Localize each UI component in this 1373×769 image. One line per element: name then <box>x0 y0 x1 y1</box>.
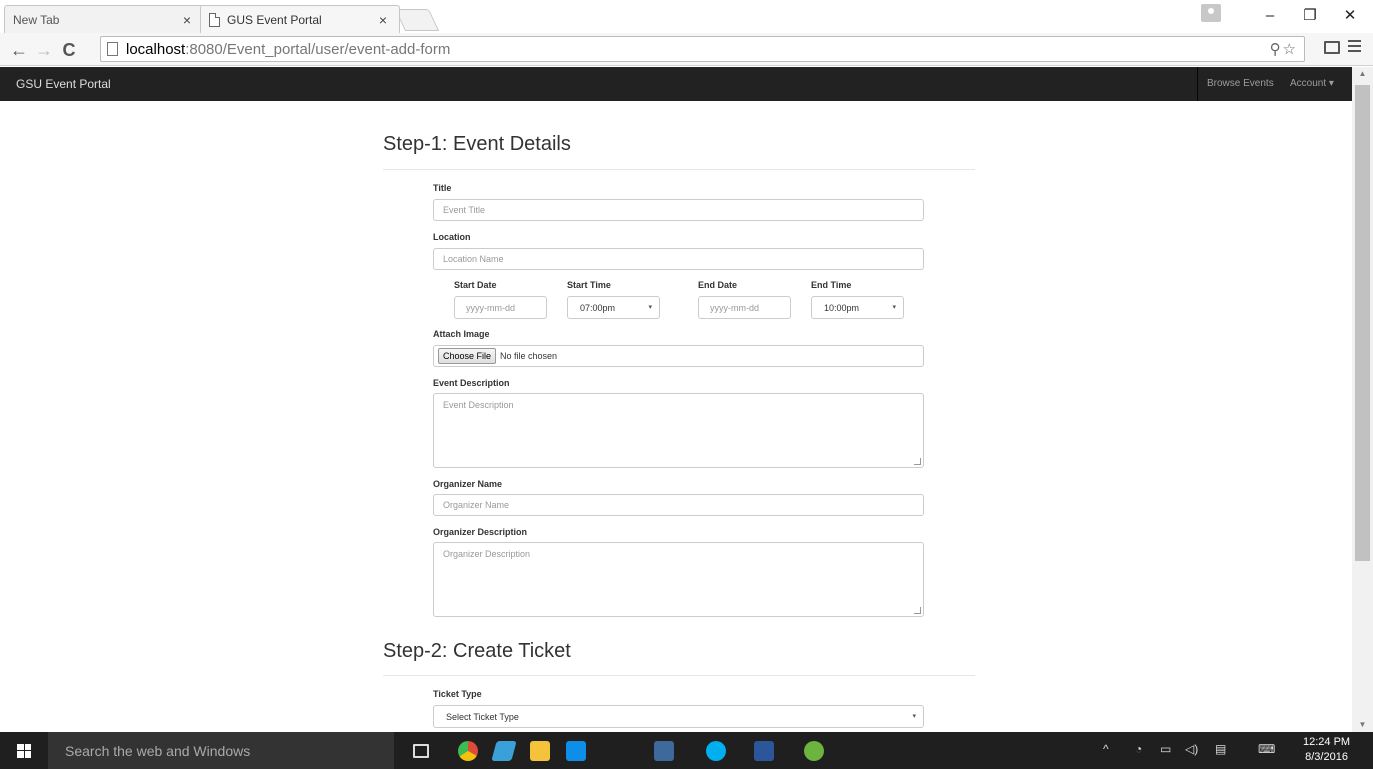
ticket-type-label: Ticket Type <box>433 689 482 699</box>
chevron-down-icon: ▾ <box>1328 78 1334 89</box>
start-date-label: Start Date <box>454 280 497 290</box>
page-viewport: GSU Event Portal Browse Events Account ▾… <box>0 67 1373 732</box>
divider <box>383 675 975 676</box>
wifi-icon[interactable]: ◔ <box>1135 742 1142 756</box>
new-tab-button[interactable] <box>394 9 440 31</box>
location-input[interactable]: Location Name <box>433 248 924 270</box>
ticket-type-select[interactable]: Select Ticket Type ▾ <box>433 705 924 728</box>
choose-file-button[interactable]: Choose File <box>438 348 497 364</box>
spring-tool-icon[interactable] <box>804 741 824 761</box>
restore-button[interactable]: ❐ <box>1290 0 1330 30</box>
minimize-button[interactable]: – <box>1250 0 1290 30</box>
location-label: Location <box>433 232 471 242</box>
tab-new-tab[interactable]: New Tab × <box>4 5 204 33</box>
organizer-name-label: Organizer Name <box>433 479 503 489</box>
url-host: localhost <box>126 40 186 58</box>
account-dropdown[interactable]: Account ▾ <box>1290 78 1334 89</box>
event-description-textarea[interactable]: Event Description <box>433 393 924 468</box>
url-path: :8080/Event_portal/user/event-add-form <box>185 40 451 58</box>
close-tab-icon[interactable]: × <box>375 12 391 28</box>
start-button[interactable] <box>0 732 48 769</box>
tab-gus-event-portal[interactable]: GUS Event Portal × <box>200 5 400 33</box>
page-icon <box>209 12 220 27</box>
divider <box>383 169 975 170</box>
battery-icon[interactable]: ▭ <box>1160 742 1171 756</box>
tab-title: New Tab <box>13 12 60 27</box>
cast-icon[interactable] <box>1324 41 1340 54</box>
explorer-icon[interactable] <box>491 741 517 761</box>
organizer-description-label: Organizer Description <box>433 527 528 537</box>
browse-events-link[interactable]: Browse Events <box>1207 78 1274 89</box>
end-time-select[interactable]: 10:00pm ▾ <box>811 296 904 319</box>
chrome-icon[interactable] <box>458 741 478 761</box>
attach-image-label: Attach Image <box>433 329 490 339</box>
event-description-placeholder: Event Description <box>443 400 514 410</box>
volume-icon[interactable]: ◁) <box>1185 742 1198 756</box>
clock-time: 12:24 PM <box>1303 736 1351 748</box>
start-time-select[interactable]: 07:00pm ▾ <box>567 296 660 319</box>
zoom-bookmark-icons[interactable]: ⚲☆ <box>1270 40 1298 58</box>
windows-logo-icon <box>17 743 31 758</box>
chrome-menu-icon[interactable] <box>1348 40 1361 54</box>
show-hidden-icons-icon[interactable]: ^ <box>1103 742 1109 756</box>
start-time-label: Start Time <box>567 280 611 290</box>
address-bar[interactable]: localhost:8080/Event_portal/user/event-a… <box>100 36 1305 62</box>
scroll-up-icon[interactable]: ▲ <box>1352 67 1373 81</box>
user-profile-icon[interactable] <box>1201 4 1221 22</box>
back-arrow-icon[interactable]: ← <box>8 39 30 61</box>
organizer-description-placeholder: Organizer Description <box>443 549 531 559</box>
chevron-down-icon: ▾ <box>892 304 896 311</box>
skype-icon[interactable] <box>706 741 726 761</box>
page-info-icon[interactable] <box>107 42 118 56</box>
navbar-divider <box>1197 67 1198 101</box>
end-time-label: End Time <box>811 280 852 290</box>
navbar-brand[interactable]: GSU Event Portal <box>16 77 111 91</box>
sql-workbench-icon[interactable] <box>654 741 674 761</box>
event-description-label: Event Description <box>433 378 510 388</box>
title-input[interactable]: Event Title <box>433 199 924 221</box>
system-clock[interactable]: 12:24 PM 8/3/2016 <box>1303 735 1350 765</box>
file-status: No file chosen <box>500 351 558 361</box>
keyboard-icon[interactable]: ⌨ <box>1258 742 1275 756</box>
image-file-input[interactable]: Choose File No file chosen <box>433 345 924 367</box>
teamviewer-icon[interactable] <box>566 741 586 761</box>
browser-toolbar: ← → C localhost:8080/Event_portal/user/e… <box>0 33 1373 66</box>
word-icon[interactable] <box>754 741 774 761</box>
top-navbar: GSU Event Portal Browse Events Account ▾ <box>0 67 1352 101</box>
start-date-input[interactable]: yyyy-mm-dd <box>454 296 547 319</box>
clock-date: 8/3/2016 <box>1305 751 1348 763</box>
close-tab-icon[interactable]: × <box>179 12 195 28</box>
end-date-input[interactable]: yyyy-mm-dd <box>698 296 791 319</box>
end-time-value: 10:00pm <box>824 303 860 313</box>
task-view-icon[interactable] <box>413 744 429 758</box>
browser-tab-strip: New Tab × GUS Event Portal × – ❐ ✕ <box>0 0 1373 33</box>
taskbar-search-box[interactable]: Search the web and Windows <box>48 732 394 769</box>
end-date-label: End Date <box>698 280 738 290</box>
scroll-thumb[interactable] <box>1355 85 1370 561</box>
account-label: Account <box>1290 78 1327 89</box>
title-label: Title <box>433 183 452 193</box>
scroll-down-icon[interactable]: ▼ <box>1352 718 1373 732</box>
chevron-down-icon: ▾ <box>912 713 916 720</box>
step1-heading: Step-1: Event Details <box>383 133 571 155</box>
page-scrollbar[interactable]: ▲ ▼ <box>1352 67 1373 732</box>
file-manager-icon[interactable] <box>530 741 550 761</box>
forward-arrow-icon[interactable]: → <box>33 39 55 61</box>
organizer-name-input[interactable]: Organizer Name <box>433 494 924 516</box>
ticket-type-value: Select Ticket Type <box>446 712 519 722</box>
tab-title: GUS Event Portal <box>227 12 322 27</box>
step2-heading: Step-2: Create Ticket <box>383 640 571 662</box>
resize-handle-icon[interactable] <box>914 458 921 465</box>
start-time-value: 07:00pm <box>580 303 616 313</box>
reload-icon[interactable]: C <box>58 39 80 61</box>
action-center-icon[interactable]: ▤ <box>1215 742 1226 756</box>
close-window-button[interactable]: ✕ <box>1330 0 1370 30</box>
chevron-down-icon: ▾ <box>648 304 652 311</box>
organizer-description-textarea[interactable]: Organizer Description <box>433 542 924 617</box>
windows-taskbar: Search the web and Windows ^ ◔ ▭ ◁) ▤ ⌨ … <box>0 732 1373 769</box>
resize-handle-icon[interactable] <box>914 607 921 614</box>
